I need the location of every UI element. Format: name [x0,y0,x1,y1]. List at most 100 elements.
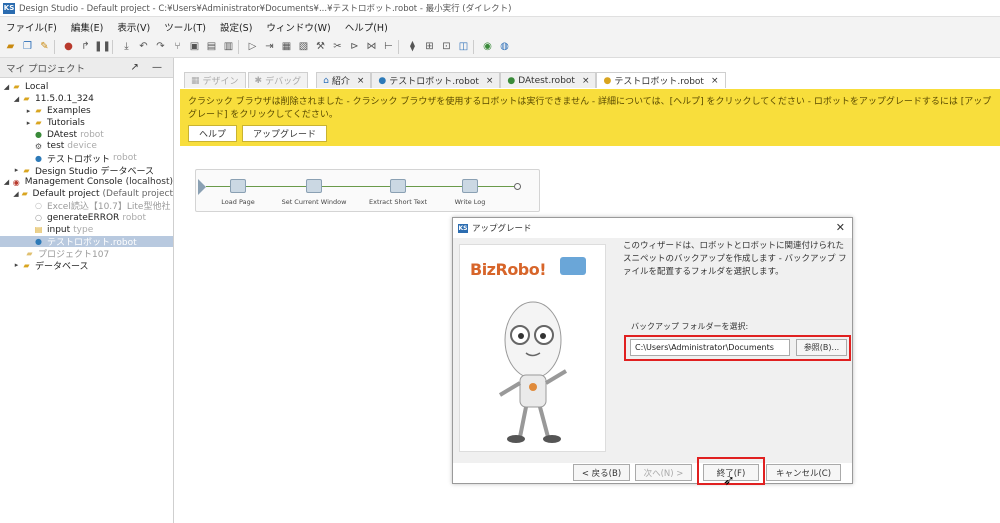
tree-node-datest[interactable]: ● DAtest robot [0,129,173,141]
scissors-icon[interactable]: ✂ [330,39,345,54]
flow-start-icon[interactable] [198,179,206,195]
open-folder-icon[interactable]: ▰ [3,39,18,54]
collapsed-arrow-icon[interactable]: ▸ [12,261,21,269]
delete-icon[interactable]: ▤ [204,39,219,54]
tree-node-version[interactable]: ◢ ▰ 11.5.0.1_324 [0,93,173,105]
folder-icon: ▰ [23,94,30,104]
tree-node-local[interactable]: ◢ ▰ Local [0,81,173,93]
menu-window[interactable]: ウィンドウ(W) [266,20,330,34]
close-icon[interactable]: × [582,76,590,86]
next-button[interactable]: 次へ(N) > [635,464,692,481]
forward-icon[interactable]: ⊢ [381,39,396,54]
expanded-arrow-icon[interactable]: ◢ [2,178,11,186]
merge-icon[interactable]: ⋈ [364,39,379,54]
tool-icon[interactable]: ⚒ [313,39,328,54]
design-icon: ▦ [191,75,200,86]
tree-node-tutorials[interactable]: ▸ ▰ Tutorials [0,117,173,129]
tree-node-input[interactable]: ▤ input type [0,224,173,236]
cancel-button[interactable]: キャンセル(C) [766,464,841,481]
tab-test-robot-1[interactable]: ● テストロボット.robot × [371,72,501,88]
tree-node-default-project[interactable]: ◢ ▰ Default project (Default project [0,188,173,200]
robot-icon[interactable]: ● [61,39,76,54]
tree-node-test-robot-file[interactable]: ● テストロボット.robot [0,235,173,248]
pause-icon[interactable]: ❚❚ [94,39,111,54]
expanded-arrow-icon[interactable]: ◢ [12,190,20,198]
close-icon[interactable]: ✕ [836,221,845,234]
tree-node-db[interactable]: ▸ ▰ Design Studio データベース [0,164,173,176]
menu-tools[interactable]: ツール(T) [164,20,206,34]
server-icon: ◉ [12,177,20,187]
save-icon[interactable]: ▣ [187,39,202,54]
tree-node-test-robot[interactable]: ● テストロボット robot [0,152,173,164]
tree-node-examples[interactable]: ▸ ▰ Examples [0,105,173,117]
upgrade-button[interactable]: アップグレード [242,125,328,142]
tree-node-mc[interactable]: ◢ ◉ Management Console (localhost) [0,176,173,188]
dialog-app-icon: KS [458,223,468,233]
grid-icon[interactable]: ⊞ [422,39,437,54]
tree-node-database[interactable]: ▸ ▰ データベース [0,259,173,271]
database-folder-icon: ▰ [23,165,30,175]
close-icon[interactable]: × [711,76,719,86]
tree-node-excel[interactable]: ○ Excel読込【10.7】Lite型他社 [0,200,173,211]
window-icon[interactable]: ◫ [456,39,471,54]
panel-controls[interactable]: ↗ — [130,62,167,73]
frame-icon[interactable]: ⊡ [439,39,454,54]
breakpoint-icon[interactable]: ▧ [296,39,311,54]
tree-node-test[interactable]: ⚙ test device [0,140,173,152]
menu-edit[interactable]: 編集(E) [71,20,103,34]
folder-icon: ▰ [13,82,20,92]
debug-icon: ✱ [254,75,263,86]
toolbar-separator [54,39,59,54]
warning-text: クラシック ブラウザは削除されました - クラシック ブラウザを使用するロボット… [188,97,992,120]
tree-node-project107[interactable]: ▰ プロジェクト107 [0,247,173,259]
tab-design[interactable]: ▦ デザイン [184,72,246,88]
tab-debug[interactable]: ✱ デバッグ [247,72,309,88]
redo-icon[interactable]: ↷ [153,39,168,54]
branch-icon[interactable]: ⑂ [170,39,185,54]
expanded-arrow-icon[interactable]: ◢ [12,95,21,103]
flow-step-write-log[interactable] [462,179,478,193]
step-icon[interactable]: ↱ [78,39,93,54]
robot-icon: ● [35,153,42,163]
browser-icon[interactable]: ◍ [497,39,512,54]
copy-icon[interactable]: ❐ [20,39,35,54]
tab-datest[interactable]: ● DAtest.robot × [500,72,597,88]
device-icon: ⚙ [34,141,43,151]
help-button[interactable]: ヘルプ [188,125,238,142]
stop-icon[interactable]: ▦ [279,39,294,54]
tree-node-generate-error[interactable]: ○ generateERROR robot [0,212,173,224]
project-panel-header: マイ プロジェクト ↗ — [0,58,173,78]
collapsed-arrow-icon[interactable]: ▸ [24,107,33,115]
undo-icon[interactable]: ↶ [136,39,151,54]
paste-icon[interactable]: ✎ [37,39,52,54]
run-to-icon[interactable]: ⇥ [262,39,277,54]
menu-settings[interactable]: 設定(S) [220,20,252,34]
step-into-icon[interactable]: ⤓ [119,39,134,54]
lock-icon[interactable]: ▥ [221,39,236,54]
close-icon[interactable]: × [486,76,494,86]
network-icon[interactable]: ⧫ [405,39,420,54]
robot-icon: ● [378,75,387,86]
collapsed-arrow-icon[interactable]: ▸ [24,119,33,127]
menu-bar: ファイル(F) 編集(E) 表示(V) ツール(T) 設定(S) ウィンドウ(W… [0,17,1000,36]
expanded-arrow-icon[interactable]: ◢ [2,83,11,91]
flow-step-load-page[interactable] [230,179,246,193]
mouse-cursor-icon: ➶ [723,473,735,489]
flow-step-extract-short-text[interactable] [390,179,406,193]
close-icon[interactable]: × [357,76,365,86]
insert-icon[interactable]: ⊳ [347,39,362,54]
menu-help[interactable]: ヘルプ(H) [345,20,388,34]
globe-icon[interactable]: ◉ [480,39,495,54]
flow-end-icon[interactable] [514,183,521,190]
tab-intro[interactable]: ⌂ 紹介 × [316,72,372,88]
back-button[interactable]: < 戻る(B) [573,464,630,481]
collapsed-arrow-icon[interactable]: ▸ [12,166,21,174]
menu-view[interactable]: 表示(V) [117,20,150,34]
editor-tab-row: ▦ デザイン ✱ デバッグ ⌂ 紹介 × ● テストロボット.robot × ●… [176,70,1000,88]
tab-test-robot-active[interactable]: ● テストロボット.robot × [596,72,726,88]
menu-file[interactable]: ファイル(F) [6,20,57,34]
run-icon[interactable]: ▷ [245,39,260,54]
dialog-body: BizRobo! このウィザードは、ロボットとロボットに関連付けられたスニペット… [453,238,852,463]
flow-step-set-current-window[interactable] [306,179,322,193]
project-tree: ◢ ▰ Local ◢ ▰ 11.5.0.1_324 ▸ ▰ Examples … [0,78,173,271]
